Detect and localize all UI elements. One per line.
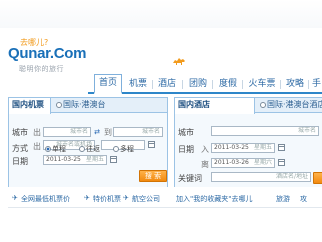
from-city-label: 城市 — [12, 128, 28, 137]
hotel-city-input[interactable]: 城市名 — [211, 126, 319, 136]
hotel-city-placeholder: 城市名 — [297, 127, 316, 134]
keyword-label: 关键词 — [178, 174, 202, 183]
flight-search-button[interactable]: 搜 索 — [139, 170, 167, 182]
qunar-homepage: 去哪儿? Qunar.Com 聪明你的旅行 首页 机票 酒店 团购 度假 火车票… — [0, 0, 322, 242]
main-nav: 首页 机票 酒店 团购 度假 火车票 攻略 手 — [88, 72, 322, 94]
nav-groupbuy[interactable]: 团购 — [186, 76, 210, 94]
nav-flights-label: 机票 — [128, 79, 147, 89]
checkin-day: 星期五 — [253, 144, 272, 151]
nav-groupbuy-label: 团购 — [188, 79, 207, 89]
checkin-input[interactable]: 2011-03-25 星期五 — [211, 143, 275, 153]
checkout-sub-label: 离 — [201, 160, 209, 169]
dest-sub-label: 出 — [33, 142, 41, 151]
flight-search-button-label: 搜 索 — [144, 172, 162, 180]
date-value: 2011-03-25 — [46, 156, 81, 163]
radio-icon — [79, 146, 85, 152]
checkin-value: 2011-03-25 — [214, 144, 249, 151]
link-airlines[interactable]: 航空公司 — [132, 194, 160, 204]
radio-icon — [260, 101, 266, 108]
nav-trains-label: 火车票 — [248, 79, 276, 89]
from-city-placeholder: 城市名 — [69, 128, 88, 135]
link-special-fares[interactable]: 特价机票 — [93, 194, 121, 204]
checkout-day: 星期六 — [253, 159, 272, 166]
from-city-input[interactable]: 城市名 — [43, 127, 91, 137]
checkout-value: 2011-03-26 — [214, 159, 249, 166]
from-sub-label: 出 — [33, 128, 41, 137]
tab-international-hotels[interactable]: 国际·港澳台酒店 — [257, 98, 322, 113]
option-roundtrip-label: 往返 — [86, 145, 100, 153]
radio-icon — [113, 146, 119, 152]
nav-guides-label: 攻略 — [285, 79, 304, 89]
tab-domestic-flights[interactable]: 国内机票 — [9, 98, 51, 114]
to-sub-label: 到 — [104, 128, 112, 137]
hotel-search-button[interactable] — [313, 172, 322, 184]
logo-tagline: 聪明你的旅行 — [19, 65, 64, 73]
nav-mobile[interactable]: 手 — [311, 76, 322, 94]
nav-trains[interactable]: 火车票 — [246, 76, 278, 94]
hotel-city-label: 城市 — [178, 128, 194, 137]
keyword-placeholder: 酒店名/地址 — [275, 173, 308, 180]
nav-hotels[interactable]: 酒店 — [155, 76, 179, 94]
calendar-icon[interactable] — [278, 144, 285, 151]
checkin-label: 日期 — [178, 145, 194, 154]
radio-icon — [56, 101, 62, 108]
nav-separator — [152, 80, 153, 89]
checkout-input[interactable]: 2011-03-26 星期六 — [211, 158, 275, 168]
radio-checked-icon — [45, 146, 51, 152]
option-oneway-label: 单程 — [52, 145, 66, 153]
tab-domestic-hotels-label: 国内酒店 — [178, 100, 210, 109]
link-travel[interactable]: 旅游 — [276, 194, 290, 204]
date-label: 日期 — [12, 157, 28, 166]
nav-flights[interactable]: 机票 — [126, 76, 150, 94]
logo-name: Qunar.Com — [8, 45, 87, 62]
option-multi[interactable]: 多程 — [113, 144, 134, 154]
option-roundtrip[interactable]: 往返 — [79, 144, 100, 154]
date-input[interactable]: 2011-03-25 星期五 — [43, 155, 107, 165]
nav-vacation-label: 度假 — [218, 79, 237, 89]
to-city-input[interactable]: 城市名 — [113, 127, 163, 137]
qunar-logo[interactable]: 去哪儿? Qunar.Com 聪明你的旅行 — [8, 37, 88, 77]
camel-icon — [173, 58, 185, 65]
calendar-icon[interactable] — [278, 159, 285, 166]
flight-tabs: 国内机票 国际·港澳台 — [9, 98, 167, 114]
calendar-icon[interactable] — [148, 141, 155, 148]
option-multi-label: 多程 — [120, 145, 134, 153]
nav-vacation[interactable]: 度假 — [216, 76, 240, 94]
date-day: 星期五 — [85, 156, 104, 163]
tab-international-flights-label: 国际·港澳台 — [63, 100, 106, 109]
link-lowest-fare[interactable]: 全网最低机票价 — [21, 194, 70, 204]
plane-icon: ✈ — [12, 194, 18, 202]
link-add-favorites[interactable]: 加入"我的收藏夹"去哪儿 — [176, 194, 252, 204]
nav-separator — [308, 80, 309, 89]
link-guides[interactable]: 攻 — [300, 194, 307, 204]
plane-icon: ✈ — [84, 194, 90, 202]
trip-type-label: 方式 — [12, 144, 28, 153]
hotel-tabs: 国内酒店 国际·港澳台酒店 — [175, 98, 322, 114]
nav-guides[interactable]: 攻略 — [284, 76, 306, 94]
tab-domestic-flights-label: 国内机票 — [12, 100, 44, 109]
divider — [8, 207, 322, 208]
plane-icon: ✈ — [123, 194, 129, 202]
calendar-icon[interactable] — [110, 156, 117, 163]
tab-international-flights[interactable]: 国际·港澳台 — [53, 98, 113, 113]
nav-home-label: 首页 — [98, 78, 117, 88]
nav-separator — [242, 80, 243, 89]
nav-mobile-label: 手 — [311, 79, 321, 89]
to-city-placeholder: 城市名 — [141, 128, 160, 135]
option-oneway[interactable]: 单程 — [45, 144, 66, 154]
nav-separator — [280, 80, 281, 89]
tab-domestic-hotels[interactable]: 国内酒店 — [175, 98, 255, 114]
swap-icon[interactable]: ⇄ — [93, 128, 101, 136]
nav-hotels-label: 酒店 — [157, 79, 176, 89]
nav-separator — [212, 80, 213, 89]
top-band — [0, 0, 322, 28]
checkin-sub-label: 入 — [201, 145, 209, 154]
nav-separator — [182, 80, 183, 89]
nav-home[interactable]: 首页 — [94, 74, 122, 94]
tab-international-hotels-label: 国际·港澳台酒店 — [267, 100, 322, 109]
keyword-input[interactable]: 酒店名/地址 — [211, 172, 311, 182]
